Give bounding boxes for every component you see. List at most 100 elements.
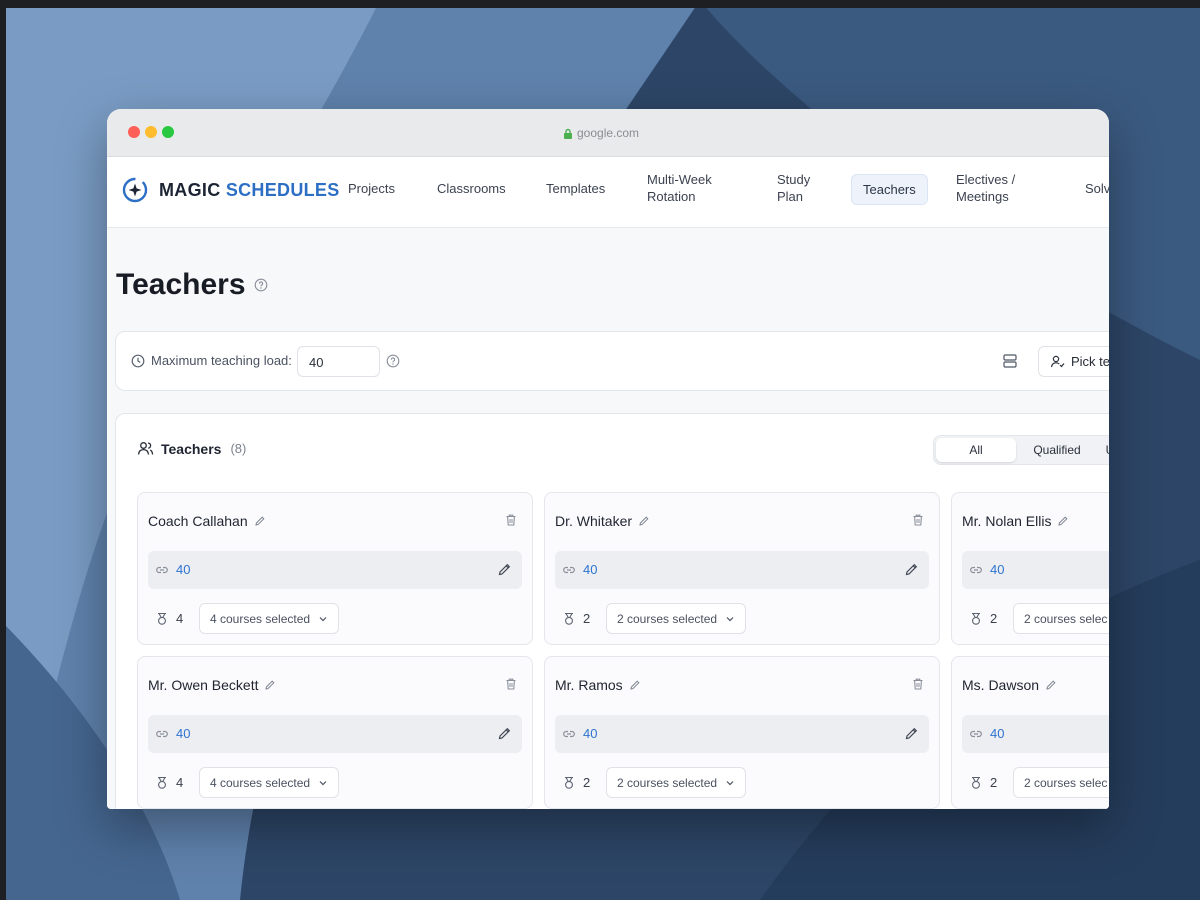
users-icon: [137, 442, 154, 455]
address-bar[interactable]: google.com: [563, 126, 639, 140]
teacher-name[interactable]: Ms. Dawson: [962, 677, 1039, 693]
link-icon: [563, 730, 575, 738]
teachers-section: Teachers (8) All Qualified U Coach Calla…: [115, 413, 1109, 809]
teacher-load-row[interactable]: 40: [148, 551, 522, 589]
course-count: 4: [176, 611, 184, 626]
edit-name-icon[interactable]: [629, 679, 641, 691]
pick-teachers-button[interactable]: Pick te: [1038, 346, 1109, 377]
teacher-name-row: Dr. Whitaker: [555, 513, 650, 529]
courses-selected-label: 2 courses selec: [1024, 775, 1108, 790]
nav-study-plan[interactable]: Study Plan: [766, 165, 826, 211]
edit-name-icon[interactable]: [1045, 679, 1057, 691]
edit-load-icon[interactable]: [497, 562, 512, 577]
courses-selected-label: 4 courses selected: [210, 611, 311, 626]
trash-icon[interactable]: [911, 677, 925, 691]
teacher-name[interactable]: Mr. Ramos: [555, 677, 623, 693]
help-icon[interactable]: [254, 278, 268, 292]
trash-icon[interactable]: [504, 677, 518, 691]
trash-icon[interactable]: [504, 513, 518, 527]
filter-third[interactable]: U: [1100, 438, 1109, 462]
brand-name: MAGIC SCHEDULES: [159, 179, 340, 200]
courses-dropdown[interactable]: 2 courses selec: [1013, 767, 1109, 798]
teacher-count: (8): [230, 441, 247, 456]
link-icon: [156, 566, 168, 574]
course-row: 4 4 courses selected: [155, 767, 340, 798]
app-viewport: MAGIC SCHEDULES Projects Classrooms Temp…: [107, 157, 1109, 809]
nav-solver[interactable]: Solv: [1074, 174, 1109, 203]
edit-name-icon[interactable]: [1057, 515, 1069, 527]
course-row: 4 4 courses selected: [155, 603, 340, 634]
chevron-down-icon: [319, 780, 327, 785]
edit-name-icon[interactable]: [254, 515, 266, 527]
teacher-name-row: Mr. Ramos: [555, 677, 641, 693]
edit-name-icon[interactable]: [264, 679, 276, 691]
teacher-name[interactable]: Dr. Whitaker: [555, 513, 632, 529]
nav-projects[interactable]: Projects: [337, 174, 406, 203]
medal-icon: [158, 612, 166, 625]
medal-icon: [565, 776, 573, 789]
lock-icon: [564, 128, 572, 139]
teacher-load-value: 40: [176, 562, 191, 577]
nav-classrooms[interactable]: Classrooms: [426, 174, 517, 203]
chevron-down-icon: [726, 616, 734, 621]
courses-dropdown[interactable]: 2 courses selected: [606, 603, 747, 634]
medal-icon: [972, 776, 980, 789]
teacher-load-row[interactable]: 40: [555, 551, 929, 589]
max-load-label: Maximum teaching load:: [131, 353, 292, 368]
page-title: Teachers: [116, 268, 268, 302]
course-row: 2 2 courses selected: [562, 603, 747, 634]
help-icon[interactable]: [386, 354, 400, 368]
course-row: 2 2 courses selec: [969, 603, 1109, 634]
teacher-card: Mr. Nolan Ellis 40 2 2 courses selec: [951, 492, 1109, 645]
close-window-button[interactable]: [128, 126, 140, 138]
nav-multi-week-rotation[interactable]: Multi-Week Rotation: [636, 165, 726, 211]
teacher-name[interactable]: Mr. Owen Beckett: [148, 677, 258, 693]
maximize-window-button[interactable]: [162, 126, 174, 138]
layout-toggle-icon[interactable]: [1002, 353, 1018, 369]
teacher-card: Dr. Whitaker 40 2 2 courses selected: [544, 492, 940, 645]
course-row: 2 2 courses selected: [562, 767, 747, 798]
nav-templates[interactable]: Templates: [535, 174, 616, 203]
edit-name-icon[interactable]: [638, 515, 650, 527]
screen-left-bezel: [0, 0, 6, 900]
teacher-name[interactable]: Coach Callahan: [148, 513, 248, 529]
medal-icon: [565, 612, 573, 625]
courses-dropdown[interactable]: 4 courses selected: [199, 767, 340, 798]
courses-dropdown[interactable]: 2 courses selec: [1013, 603, 1109, 634]
edit-load-icon[interactable]: [904, 562, 919, 577]
section-header: Teachers (8): [137, 440, 246, 457]
course-count: 2: [583, 611, 591, 626]
sparkle-logo-icon: [122, 177, 148, 203]
courses-selected-label: 2 courses selec: [1024, 611, 1108, 626]
teacher-load-value: 40: [176, 726, 191, 741]
app-logo[interactable]: MAGIC SCHEDULES: [121, 176, 340, 204]
teacher-load-row[interactable]: 40: [962, 715, 1109, 753]
teacher-load-value: 40: [583, 726, 598, 741]
teacher-name-row: Ms. Dawson: [962, 677, 1057, 693]
courses-dropdown[interactable]: 2 courses selected: [606, 767, 747, 798]
edit-load-icon[interactable]: [904, 726, 919, 741]
teacher-name[interactable]: Mr. Nolan Ellis: [962, 513, 1051, 529]
teacher-filter-segmented: All Qualified U: [933, 435, 1109, 465]
edit-load-icon[interactable]: [497, 726, 512, 741]
browser-window: google.com MAGIC SCHEDULES Projects Clas…: [107, 109, 1109, 809]
teacher-name-row: Mr. Nolan Ellis: [962, 513, 1069, 529]
teacher-card: Ms. Dawson 40 2 2 courses selec: [951, 656, 1109, 809]
teacher-load-row[interactable]: 40: [555, 715, 929, 753]
top-navbar: MAGIC SCHEDULES Projects Classrooms Temp…: [107, 157, 1109, 228]
nav-teachers[interactable]: Teachers: [851, 174, 928, 205]
max-load-input[interactable]: 40: [297, 346, 380, 377]
chevron-down-icon: [726, 780, 734, 785]
teacher-load-row[interactable]: 40: [148, 715, 522, 753]
trash-icon[interactable]: [911, 513, 925, 527]
filter-qualified[interactable]: Qualified: [1022, 438, 1092, 462]
clock-icon: [131, 354, 145, 367]
filter-all[interactable]: All: [936, 438, 1016, 462]
teacher-card: Coach Callahan 40 4 4 courses selected: [137, 492, 533, 645]
minimize-window-button[interactable]: [145, 126, 157, 138]
teacher-load-value: 40: [583, 562, 598, 577]
teacher-load-row[interactable]: 40: [962, 551, 1109, 589]
nav-electives-meetings[interactable]: Electives / Meetings: [945, 165, 1035, 211]
courses-dropdown[interactable]: 4 courses selected: [199, 603, 340, 634]
teacher-name-row: Coach Callahan: [148, 513, 266, 529]
